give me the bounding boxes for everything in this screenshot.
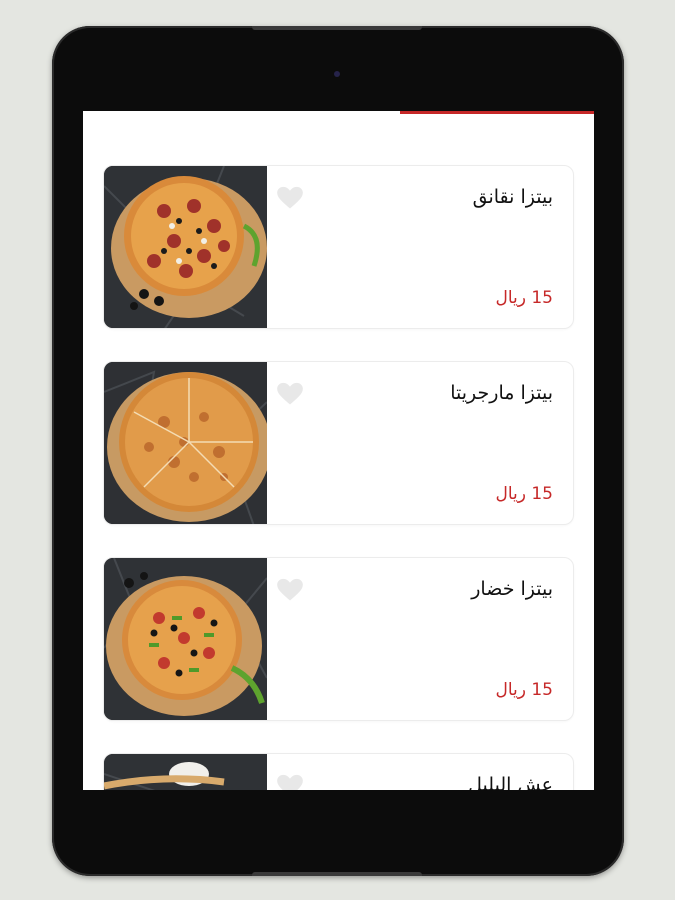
device-bottom-edge xyxy=(252,872,422,876)
heart-icon[interactable] xyxy=(276,772,304,790)
product-image xyxy=(104,754,267,790)
product-image xyxy=(104,166,267,328)
product-image xyxy=(104,558,267,720)
product-name: بيتزا نقانق xyxy=(472,186,553,208)
app-screen: بيتزا نقانق 15 ريال بيتزا مارجريتا 15 ري… xyxy=(83,111,594,790)
heart-icon[interactable] xyxy=(276,184,304,212)
product-name: عش البلبل xyxy=(468,774,553,790)
product-price: 15 ريال xyxy=(495,288,553,308)
product-card[interactable]: عش البلبل xyxy=(103,753,574,790)
heart-icon[interactable] xyxy=(276,576,304,604)
product-card[interactable]: بيتزا مارجريتا 15 ريال xyxy=(103,361,574,525)
product-image xyxy=(104,362,267,524)
front-camera xyxy=(334,71,340,77)
product-price: 15 ريال xyxy=(495,484,553,504)
product-card[interactable]: بيتزا خضار 15 ريال xyxy=(103,557,574,721)
product-card[interactable]: بيتزا نقانق 15 ريال xyxy=(103,165,574,329)
heart-icon[interactable] xyxy=(276,380,304,408)
product-price: 15 ريال xyxy=(495,680,553,700)
product-name: بيتزا خضار xyxy=(471,578,553,600)
product-name: بيتزا مارجريتا xyxy=(450,382,553,404)
device-top-edge xyxy=(252,26,422,30)
active-tab-indicator xyxy=(400,111,594,114)
